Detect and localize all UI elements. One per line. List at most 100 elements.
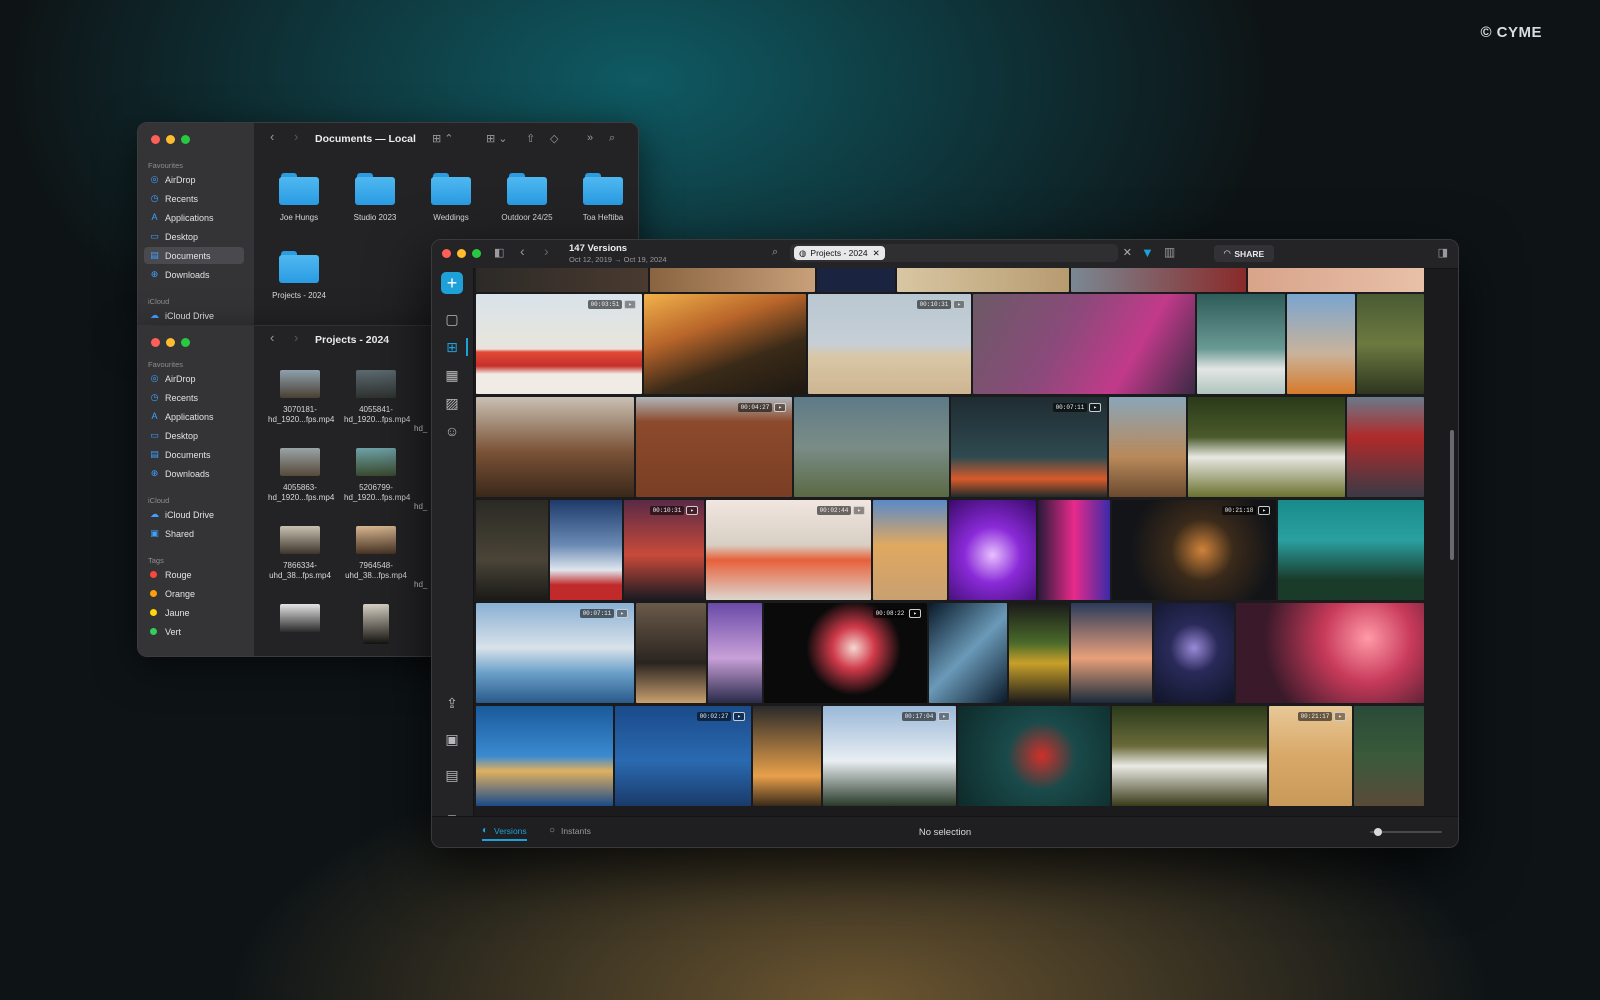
- zoom-window-button[interactable]: [181, 338, 190, 347]
- sidebar-item-downloads[interactable]: ⊕ Downloads: [144, 465, 244, 482]
- sidebar-item-applications[interactable]: A Applications: [144, 408, 244, 425]
- sidebar-item-desktop[interactable]: ▭ Desktop: [144, 427, 244, 444]
- photo-tile[interactable]: [644, 294, 806, 394]
- photo-tile[interactable]: [873, 500, 947, 600]
- minimize-window-button[interactable]: [166, 135, 175, 144]
- single-view-icon[interactable]: ▢: [441, 308, 463, 330]
- clear-search-icon[interactable]: ✕: [1123, 246, 1132, 259]
- photo-tile[interactable]: [817, 268, 895, 292]
- close-window-button[interactable]: [151, 135, 160, 144]
- photo-tile[interactable]: 00:17:04 ▸: [823, 706, 956, 806]
- photo-tile[interactable]: [476, 500, 548, 600]
- folder-item[interactable]: Weddings: [416, 173, 486, 222]
- photo-tile[interactable]: [973, 294, 1195, 394]
- group-icon[interactable]: ⊞ ⌄: [486, 132, 508, 145]
- video-file-item[interactable]: 5206799- hd_1920...fps.mp4: [344, 448, 410, 503]
- close-window-button[interactable]: [442, 249, 451, 258]
- minimize-window-button[interactable]: [166, 338, 175, 347]
- share-button[interactable]: ◠ SHARE: [1214, 245, 1274, 262]
- photo-tile[interactable]: [636, 603, 706, 703]
- sidebar-item-airdrop[interactable]: ◎ AirDrop: [144, 171, 244, 188]
- tag-orange[interactable]: Orange: [144, 585, 244, 602]
- photo-tile[interactable]: 00:03:51 ▸: [476, 294, 642, 394]
- view-grid-icon[interactable]: ⊞ ⌃: [432, 132, 454, 145]
- calendar-icon[interactable]: ▦: [441, 364, 463, 386]
- forward-icon[interactable]: ›: [294, 330, 298, 345]
- minimize-window-button[interactable]: [457, 249, 466, 258]
- photo-tile[interactable]: [1197, 294, 1285, 394]
- photo-tile[interactable]: [1347, 397, 1424, 497]
- inspector-toggle-icon[interactable]: ◨: [1438, 246, 1448, 259]
- add-button[interactable]: +: [441, 272, 463, 294]
- photo-tile[interactable]: [1188, 397, 1345, 497]
- photo-tile[interactable]: [753, 706, 821, 806]
- photo-tile[interactable]: [1278, 500, 1424, 600]
- photo-tile[interactable]: [1354, 706, 1424, 806]
- photo-tile[interactable]: 00:07:11 ▸: [476, 603, 634, 703]
- photo-tile[interactable]: 00:10:31 ▸: [808, 294, 971, 394]
- photo-tile[interactable]: [1109, 397, 1186, 497]
- photo-tile[interactable]: 00:07:11 ▸: [951, 397, 1107, 497]
- video-file-item[interactable]: 7964548- uhd_38...fps.mp4: [344, 526, 408, 581]
- tag-icon[interactable]: ◇: [550, 132, 558, 145]
- photo-tile[interactable]: [1112, 706, 1267, 806]
- photo-tile[interactable]: [897, 268, 1069, 292]
- zoom-slider-thumb[interactable]: [1374, 828, 1382, 836]
- import-photos-icon[interactable]: ▣: [441, 728, 463, 750]
- photo-tile[interactable]: [929, 603, 1007, 703]
- sidebar-item-icloud-drive[interactable]: ☁ iCloud Drive: [144, 506, 244, 523]
- photo-tile[interactable]: [1071, 603, 1152, 703]
- photo-tile[interactable]: [1071, 268, 1246, 292]
- folder-item[interactable]: Studio 2023: [340, 173, 410, 222]
- search-icon[interactable]: ⌕: [609, 132, 615, 145]
- video-file-item[interactable]: [268, 604, 332, 639]
- photo-tile[interactable]: 00:04:27 ▸: [636, 397, 792, 497]
- tag-rouge[interactable]: Rouge: [144, 566, 244, 583]
- photo-tile[interactable]: [476, 268, 648, 292]
- photo-tile[interactable]: [476, 706, 613, 806]
- search-token[interactable]: ◍ Projects - 2024 ✕: [794, 246, 885, 260]
- grid-view-icon[interactable]: ⊞: [441, 336, 463, 358]
- folder-item[interactable]: Toa Heftiba: [568, 173, 638, 222]
- photo-tile[interactable]: [476, 397, 634, 497]
- photo-tile[interactable]: 00:08:22 ▸: [764, 603, 927, 703]
- photo-tile[interactable]: 00:21:18 ▸: [1112, 500, 1276, 600]
- photo-tile[interactable]: 00:10:31 ▸: [624, 500, 704, 600]
- sidebar-item-documents[interactable]: ▤ Documents: [144, 247, 244, 264]
- photo-tile[interactable]: [1154, 603, 1234, 703]
- video-file-item[interactable]: 4055863- hd_1920...fps.mp4: [268, 448, 334, 503]
- photo-tile[interactable]: [1236, 603, 1424, 703]
- export-icon[interactable]: ⇪: [441, 692, 463, 714]
- vertical-scrollbar[interactable]: [1450, 430, 1454, 560]
- video-file-item[interactable]: 3070181- hd_1920...fps.mp4: [268, 370, 334, 425]
- video-file-item[interactable]: 4055841- hd_1920...fps.mp4: [344, 370, 410, 425]
- sidebar-item-recents[interactable]: ◷ Recents: [144, 389, 244, 406]
- photo-tile[interactable]: [1357, 294, 1424, 394]
- forward-icon[interactable]: ›: [294, 129, 298, 144]
- add-photos-icon[interactable]: ▤: [441, 764, 463, 786]
- more-icon[interactable]: »: [587, 132, 593, 144]
- people-icon[interactable]: ☺: [441, 420, 463, 442]
- video-file-item[interactable]: [344, 604, 408, 651]
- forward-icon[interactable]: ›: [544, 243, 549, 259]
- remove-token-icon[interactable]: ✕: [873, 248, 880, 259]
- photo-tile[interactable]: 00:21:17 ▸: [1269, 706, 1352, 806]
- photo-tile[interactable]: [708, 603, 762, 703]
- photo-tile[interactable]: 00:02:44 ▸: [706, 500, 871, 600]
- photo-tile[interactable]: [958, 706, 1110, 806]
- zoom-window-button[interactable]: [472, 249, 481, 258]
- search-field[interactable]: ◍ Projects - 2024 ✕ ✕: [790, 244, 1132, 262]
- photo-tile[interactable]: [794, 397, 949, 497]
- zoom-slider[interactable]: [1370, 828, 1442, 836]
- sidebar-item-icloud-drive[interactable]: ☁ iCloud Drive: [144, 307, 244, 324]
- sidebar-item-desktop[interactable]: ▭ Desktop: [144, 228, 244, 245]
- sidebar-item-downloads[interactable]: ⊕ Downloads: [144, 266, 244, 283]
- tag-jaune[interactable]: Jaune: [144, 604, 244, 621]
- tag-vert[interactable]: Vert: [144, 623, 244, 640]
- photo-tile[interactable]: [949, 500, 1036, 600]
- sidebar-toggle-icon[interactable]: ◧: [494, 246, 504, 259]
- video-file-item[interactable]: 7866334- uhd_38...fps.mp4: [268, 526, 332, 581]
- sidebar-item-documents[interactable]: ▤ Documents: [144, 446, 244, 463]
- folder-item[interactable]: Joe Hungs: [264, 173, 334, 222]
- map-icon[interactable]: ▨: [441, 392, 463, 414]
